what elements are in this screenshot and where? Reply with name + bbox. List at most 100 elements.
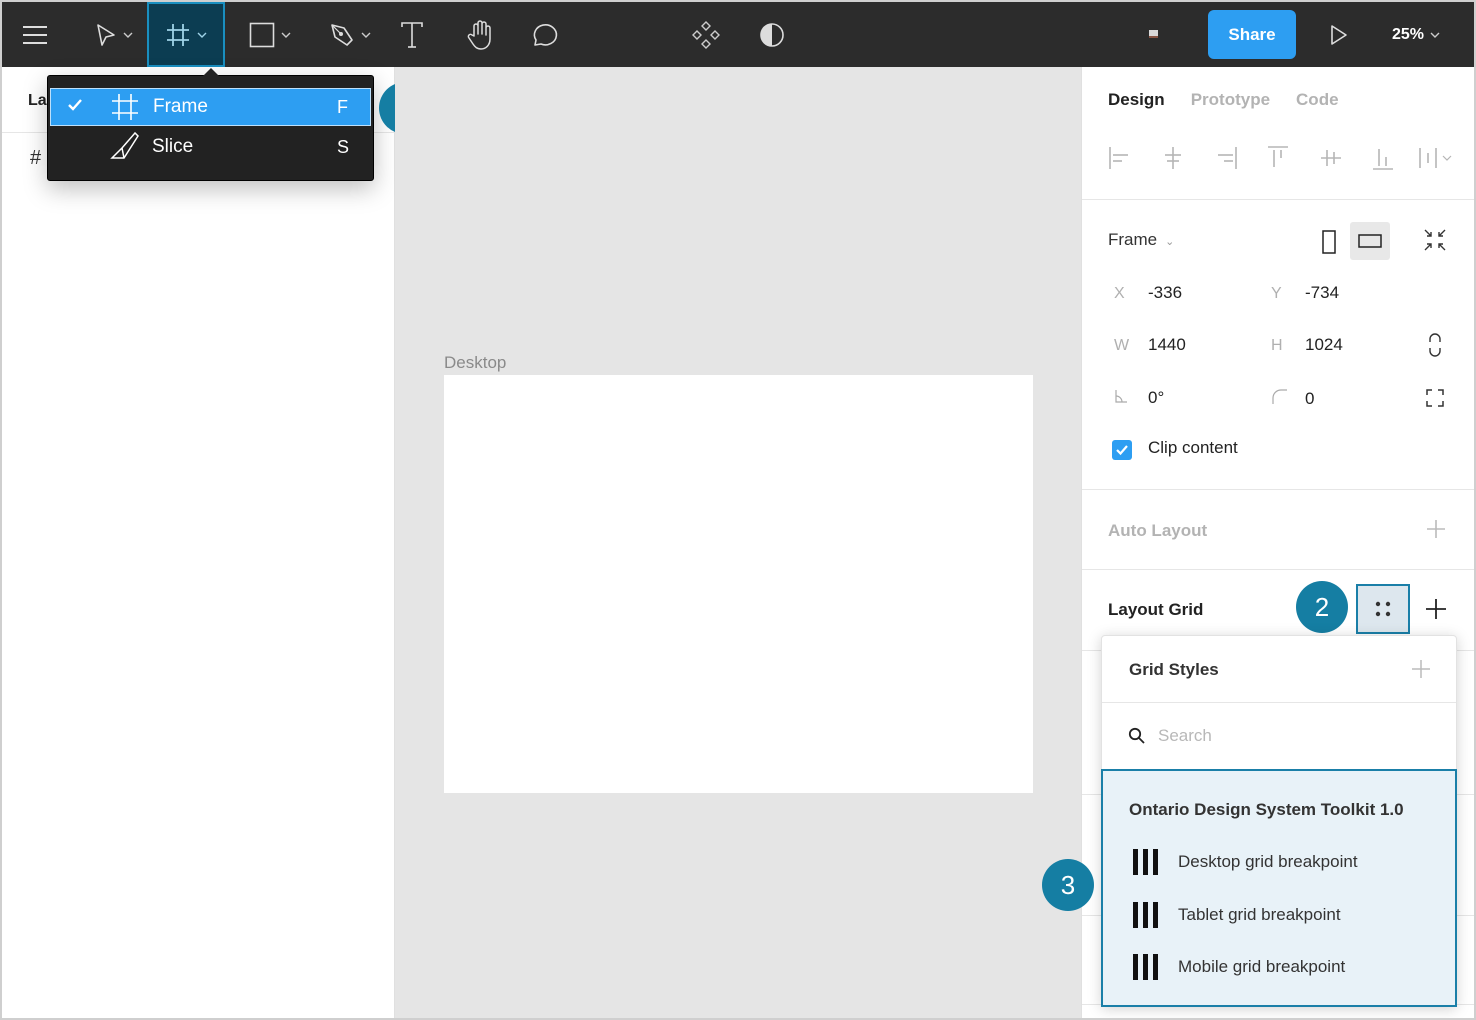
chevron-down-icon <box>361 32 371 38</box>
chevron-down-icon <box>197 32 207 38</box>
hand-icon <box>467 19 491 50</box>
clip-content-checkbox[interactable] <box>1112 440 1132 460</box>
slice-knife-icon <box>110 132 139 159</box>
share-button[interactable]: Share <box>1208 10 1296 59</box>
menu-item-label: Slice <box>152 136 194 157</box>
portrait-orientation-button[interactable] <box>1314 225 1344 259</box>
frame-tool-button[interactable] <box>147 2 225 67</box>
toolbar: Share 25% <box>2 2 1474 67</box>
divider <box>1082 489 1474 490</box>
create-grid-style-icon[interactable] <box>1411 659 1431 679</box>
landscape-orientation-button[interactable] <box>1350 222 1390 260</box>
components-diamond-icon <box>692 20 720 49</box>
desktop-frame[interactable] <box>444 375 1033 793</box>
main-menu-button[interactable] <box>12 2 58 67</box>
grid-styles-title: Grid Styles <box>1129 660 1219 679</box>
frame-name-label[interactable]: Desktop <box>444 353 506 373</box>
divider <box>1082 569 1474 570</box>
frame-preset-dropdown[interactable]: Frame ⌄ <box>1108 230 1174 250</box>
search-icon <box>1128 727 1145 744</box>
landscape-icon <box>1358 234 1382 248</box>
y-label: Y <box>1271 285 1282 302</box>
tab-design[interactable]: Design <box>1108 90 1165 110</box>
clip-content-label: Clip content <box>1148 438 1238 457</box>
radius-value: 0 <box>1305 389 1315 408</box>
align-top-icon[interactable] <box>1266 145 1290 171</box>
cursor-arrow-icon <box>97 23 115 46</box>
h-value: 1024 <box>1305 335 1343 354</box>
style-dots-icon <box>1375 601 1391 617</box>
align-right-icon[interactable] <box>1214 145 1238 171</box>
grid-style-item[interactable]: Tablet grid breakpoint <box>1133 900 1433 930</box>
add-layout-grid-icon[interactable] <box>1425 598 1447 620</box>
tab-layers[interactable]: La <box>28 92 47 110</box>
width-field[interactable]: W 1440 <box>1114 335 1186 355</box>
chevron-down-icon <box>123 32 133 38</box>
menu-item-label: Frame <box>153 96 208 117</box>
align-left-icon[interactable] <box>1108 145 1132 171</box>
distribute-icon[interactable] <box>1418 145 1456 171</box>
text-t-icon <box>401 21 423 48</box>
grid-styles-popup: Grid Styles Ontario Design System Toolki… <box>1101 635 1457 1007</box>
rotation-icon <box>1114 389 1148 408</box>
user-avatar[interactable] <box>1149 30 1158 38</box>
grid-style-item[interactable]: Mobile grid breakpoint <box>1133 952 1433 982</box>
grid-style-label: Desktop grid breakpoint <box>1178 852 1358 871</box>
menu-item-slice[interactable]: Slice S <box>50 128 371 166</box>
resize-to-fit-button[interactable] <box>1422 227 1450 255</box>
hamburger-icon <box>23 25 47 44</box>
half-circle-icon <box>760 22 784 47</box>
h-label: H <box>1271 337 1283 354</box>
constrain-proportions-icon[interactable] <box>1428 333 1442 357</box>
pen-tool-button[interactable] <box>320 2 380 67</box>
play-icon <box>1331 24 1347 45</box>
auto-layout-title: Auto Layout <box>1108 521 1208 540</box>
grid-style-label: Tablet grid breakpoint <box>1178 905 1341 924</box>
search-input[interactable] <box>1158 723 1418 749</box>
layer-frame-icon[interactable]: # <box>30 147 41 170</box>
tab-prototype[interactable]: Prototype <box>1191 90 1270 110</box>
shape-tool-button[interactable] <box>240 2 300 67</box>
grid-styles-header: Grid Styles <box>1102 636 1456 703</box>
align-bottom-icon[interactable] <box>1371 145 1395 171</box>
hand-tool-button[interactable] <box>460 2 500 67</box>
menu-item-frame[interactable]: Frame F <box>50 88 371 126</box>
add-auto-layout-icon[interactable] <box>1426 519 1446 539</box>
frame-preset-label: Frame <box>1108 230 1158 249</box>
w-label: W <box>1114 337 1130 354</box>
step-badge-2: 2 <box>1296 581 1348 633</box>
alignment-toolbar <box>1108 145 1458 175</box>
grid-style-label: Mobile grid breakpoint <box>1178 957 1346 976</box>
align-vertical-center-icon[interactable] <box>1319 145 1343 171</box>
align-horizontal-center-icon[interactable] <box>1161 145 1185 171</box>
comment-tool-button[interactable] <box>524 2 564 67</box>
frame-hash-icon <box>167 23 189 46</box>
tab-code[interactable]: Code <box>1296 90 1339 110</box>
menu-item-shortcut: F <box>337 96 348 117</box>
x-position-field[interactable]: X -336 <box>1114 283 1182 303</box>
present-button[interactable] <box>1322 2 1356 67</box>
height-field[interactable]: H 1024 <box>1271 335 1343 355</box>
grid-style-item[interactable]: Desktop grid breakpoint <box>1133 847 1433 877</box>
menu-caret <box>203 68 219 76</box>
zoom-level-value: 25% <box>1392 25 1425 43</box>
chevron-down-icon: ⌄ <box>1165 236 1175 248</box>
rotation-field[interactable]: 0° <box>1114 388 1164 408</box>
move-tool-button[interactable] <box>84 2 144 67</box>
step-badge-3: 3 <box>1042 859 1094 911</box>
corner-radius-field[interactable]: 0 <box>1271 388 1314 409</box>
canvas[interactable]: Desktop <box>395 67 1081 1018</box>
layout-grid-title: Layout Grid <box>1108 600 1204 619</box>
mask-button[interactable] <box>752 2 792 67</box>
y-position-field[interactable]: Y -734 <box>1271 283 1339 303</box>
text-tool-button[interactable] <box>394 2 430 67</box>
pen-icon <box>331 23 353 46</box>
grid-styles-button[interactable] <box>1356 584 1410 634</box>
independent-corners-icon[interactable] <box>1426 389 1444 407</box>
speech-bubble-icon <box>533 23 558 46</box>
chevron-down-icon <box>281 32 291 38</box>
x-value: -336 <box>1148 283 1183 302</box>
components-button[interactable] <box>686 2 726 67</box>
portrait-icon <box>1322 230 1336 254</box>
zoom-dropdown[interactable]: 25% <box>1392 2 1440 67</box>
